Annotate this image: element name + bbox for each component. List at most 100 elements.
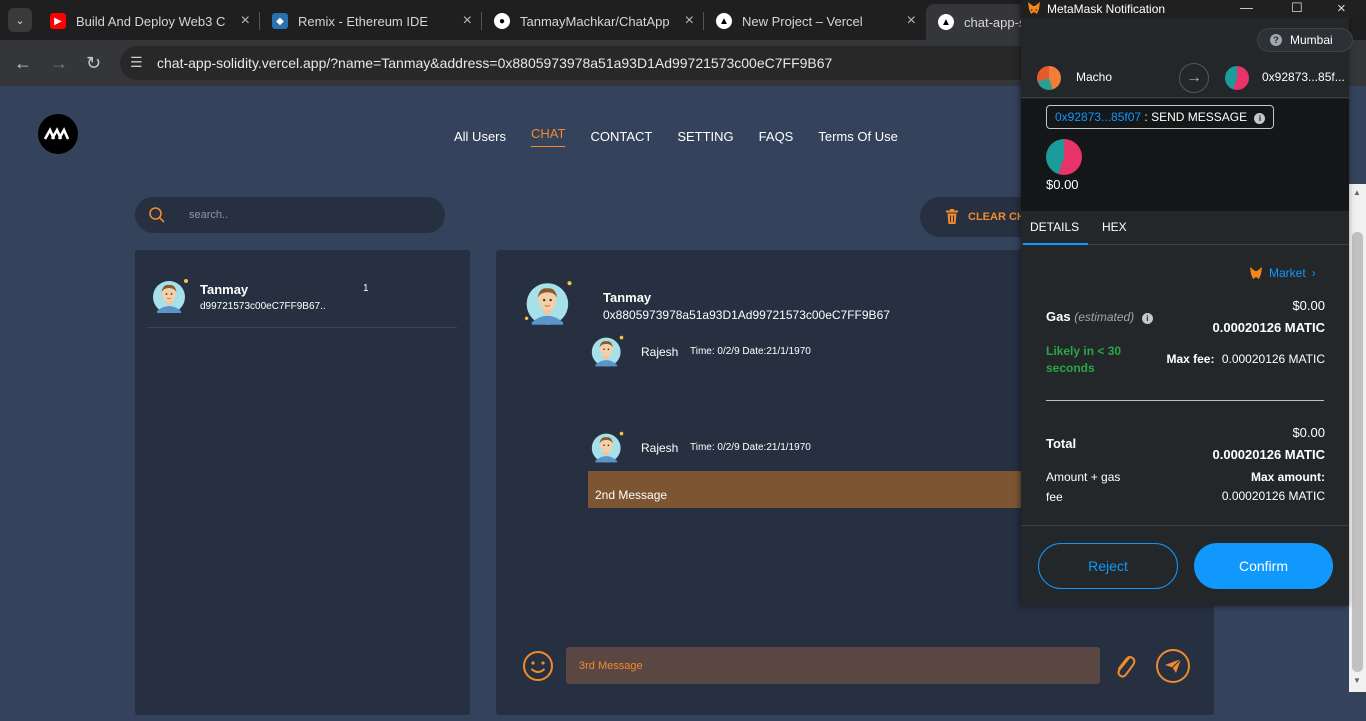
search-box xyxy=(135,197,445,233)
url-text[interactable]: chat-app-solidity.vercel.app/?name=Tanma… xyxy=(157,55,832,71)
reload-icon[interactable]: ↻ xyxy=(86,53,101,74)
forward-arrow-icon[interactable]: → xyxy=(50,53,68,74)
network-help-icon: ? xyxy=(1270,34,1282,46)
detail-tabs: DETAILS HEX xyxy=(1021,211,1349,245)
avatar xyxy=(153,279,188,313)
close-icon[interactable]: × xyxy=(1337,0,1346,17)
menu-all-users[interactable]: All Users xyxy=(454,129,506,150)
tab-search-chevron-icon[interactable]: ⌄ xyxy=(8,8,32,32)
user-list-item[interactable]: Tanmay d99721573c00eC7FF9B67.. 1 xyxy=(147,272,457,328)
market-label: Market xyxy=(1269,266,1306,280)
message-input[interactable] xyxy=(566,647,1100,684)
message-sender: Rajesh xyxy=(641,441,679,455)
back-arrow-icon[interactable]: ← xyxy=(14,53,32,74)
active-tab-indicator xyxy=(1023,243,1088,245)
tab-label: TanmayMachkar/ChatAppSo xyxy=(520,13,670,29)
browser-tab-chat-app[interactable]: ▲ chat-app-so xyxy=(926,4,1026,40)
window-title: MetaMask Notification xyxy=(1047,2,1166,16)
max-fee-label: Max fee: xyxy=(1166,352,1215,366)
browser-tab-youtube[interactable]: ▶ Build And Deploy Web3 Chat × xyxy=(38,6,258,36)
message-composer xyxy=(496,645,1214,695)
site-settings-icon[interactable]: ☰ xyxy=(130,54,143,71)
account-row: Macho → 0x92873...85f... xyxy=(1021,58,1349,98)
logo-icon xyxy=(44,127,70,140)
paperclip-icon[interactable] xyxy=(1114,650,1136,680)
page-scrollbar[interactable]: ▲ ▼ xyxy=(1349,184,1366,692)
fox-icon xyxy=(1250,266,1262,279)
to-account-avatar xyxy=(1225,66,1249,90)
message-sender: Rajesh xyxy=(641,345,679,359)
message-header: Rajesh Time: 0/2/9 Date:21/1/1970 xyxy=(590,430,990,470)
gas-title: Gas xyxy=(1046,309,1071,324)
search-input[interactable] xyxy=(189,206,429,224)
market-gas-option[interactable]: Market › xyxy=(1249,266,1316,280)
reject-button[interactable]: Reject xyxy=(1038,543,1178,589)
browser-tab-github[interactable]: ● TanmayMachkar/ChatAppSo × xyxy=(482,6,702,36)
message-time: Time: 0/2/9 Date:21/1/1970 xyxy=(690,346,811,357)
likely-time: Likely in < 30 seconds xyxy=(1046,344,1122,375)
avatar xyxy=(591,431,624,463)
max-fee: Max fee: 0.00020126 MATIC xyxy=(1166,352,1325,366)
tab-hex[interactable]: HEX xyxy=(1102,220,1127,234)
max-amount-value: 0.00020126 MATIC xyxy=(1221,489,1325,503)
scroll-down-icon[interactable]: ▼ xyxy=(1353,676,1361,685)
gas-label: Gas (estimated) i xyxy=(1046,309,1153,324)
close-icon[interactable]: × xyxy=(463,12,472,30)
maximize-icon[interactable]: ☐ xyxy=(1291,0,1303,16)
action-footer: Reject Confirm xyxy=(1021,525,1349,606)
gas-estimated: (estimated) xyxy=(1074,310,1135,324)
tab-details[interactable]: DETAILS xyxy=(1030,220,1079,234)
amount-gas-label: Amount + gas fee xyxy=(1046,470,1121,504)
menu-terms-of-use[interactable]: Terms Of Use xyxy=(818,129,897,150)
message-bubble: 2nd Message xyxy=(588,480,1028,508)
tab-label: New Project – Vercel xyxy=(742,13,863,29)
vercel-icon: ▲ xyxy=(938,14,954,30)
menu-chat[interactable]: CHAT xyxy=(531,126,566,147)
browser-tab-remix[interactable]: ◆ Remix - Ethereum IDE × xyxy=(260,6,480,36)
max-amount-label: Max amount: xyxy=(1250,470,1325,484)
method-pill[interactable]: 0x92873...85f07 : SEND MESSAGE i xyxy=(1046,105,1275,129)
menu-faqs[interactable]: FAQS xyxy=(759,129,794,150)
avatar xyxy=(591,335,624,367)
scroll-up-icon[interactable]: ▲ xyxy=(1353,188,1361,197)
info-icon[interactable]: i xyxy=(1141,313,1153,324)
chat-partner-avatar xyxy=(524,281,572,325)
tab-label: Remix - Ethereum IDE xyxy=(298,13,429,29)
confirm-button[interactable]: Confirm xyxy=(1194,543,1333,589)
from-account-name[interactable]: Macho xyxy=(1076,70,1112,84)
transaction-value: $0.00 xyxy=(1046,177,1079,192)
emoji-icon[interactable] xyxy=(522,650,554,682)
search-icon xyxy=(149,207,165,223)
max-fee-value: 0.00020126 MATIC xyxy=(1221,352,1325,366)
to-account-address[interactable]: 0x92873...85f... xyxy=(1262,70,1345,84)
minimize-icon[interactable]: — xyxy=(1240,0,1253,15)
from-account-avatar xyxy=(1037,66,1061,90)
metamask-fox-icon xyxy=(1028,2,1040,14)
vercel-icon: ▲ xyxy=(716,13,732,29)
method-name: : SEND MESSAGE xyxy=(1144,110,1248,124)
close-icon[interactable]: × xyxy=(685,12,694,30)
gas-matic: 0.00020126 MATIC xyxy=(1212,320,1326,335)
scrollbar-thumb[interactable] xyxy=(1352,232,1363,672)
send-icon xyxy=(1165,658,1182,673)
network-selector[interactable]: ? Mumbai xyxy=(1257,28,1353,52)
user-name: Tanmay xyxy=(200,282,249,297)
app-logo[interactable] xyxy=(38,114,78,154)
chat-partner-address: 0x8805973978a51a93D1Ad99721573c00eC7FF9B… xyxy=(603,308,890,322)
menu-setting[interactable]: SETTING xyxy=(677,129,733,150)
close-icon[interactable]: × xyxy=(907,12,916,30)
contract-address[interactable]: 0x92873...85f07 xyxy=(1055,110,1141,124)
gas-usd: $0.00 xyxy=(1292,298,1325,313)
arrow-right-icon: → xyxy=(1179,63,1209,93)
total-usd: $0.00 xyxy=(1292,425,1325,440)
info-icon[interactable]: i xyxy=(1254,113,1266,124)
trash-icon xyxy=(946,209,958,224)
total-label: Total xyxy=(1046,436,1077,451)
tab-label: chat-app-so xyxy=(964,14,1026,30)
users-panel: Tanmay d99721573c00eC7FF9B67.. 1 xyxy=(135,250,470,715)
close-icon[interactable]: × xyxy=(241,12,250,30)
send-button[interactable] xyxy=(1156,649,1190,683)
menu-contact[interactable]: CONTACT xyxy=(590,129,652,150)
tab-label: Build And Deploy Web3 Chat xyxy=(76,13,226,29)
browser-tab-vercel[interactable]: ▲ New Project – Vercel × xyxy=(704,6,924,36)
